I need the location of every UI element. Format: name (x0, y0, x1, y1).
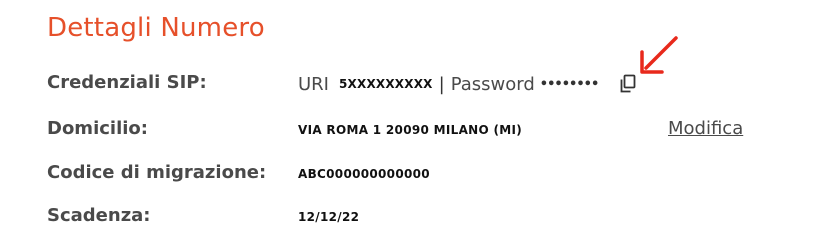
password-label: Password (450, 73, 535, 95)
annotation-arrow-icon (640, 36, 678, 74)
expiry-value: 12/12/22 (298, 210, 360, 224)
password-value: •••••••• (539, 76, 599, 92)
sip-credentials-label: Credenziali SIP: (47, 72, 207, 93)
sip-credentials-value: URI 5XXXXXXXXX | Password •••••••• (298, 72, 599, 96)
expiry-label: Scadenza: (47, 205, 151, 226)
copy-icon[interactable] (619, 74, 637, 94)
address-value: VIA ROMA 1 20090 MILANO (MI) (298, 123, 523, 137)
address-label: Domicilio: (47, 118, 148, 139)
uri-label: URI (298, 73, 329, 95)
migration-code-label: Codice di migrazione: (47, 162, 267, 183)
separator: | (438, 73, 445, 95)
uri-value: 5XXXXXXXXX (339, 77, 433, 91)
number-details-panel: Dettagli Numero Credenziali SIP: URI 5XX… (0, 0, 819, 248)
section-title: Dettagli Numero (47, 13, 265, 43)
migration-code-value: ABC000000000000 (298, 167, 430, 181)
edit-address-link[interactable]: Modifica (668, 118, 743, 139)
